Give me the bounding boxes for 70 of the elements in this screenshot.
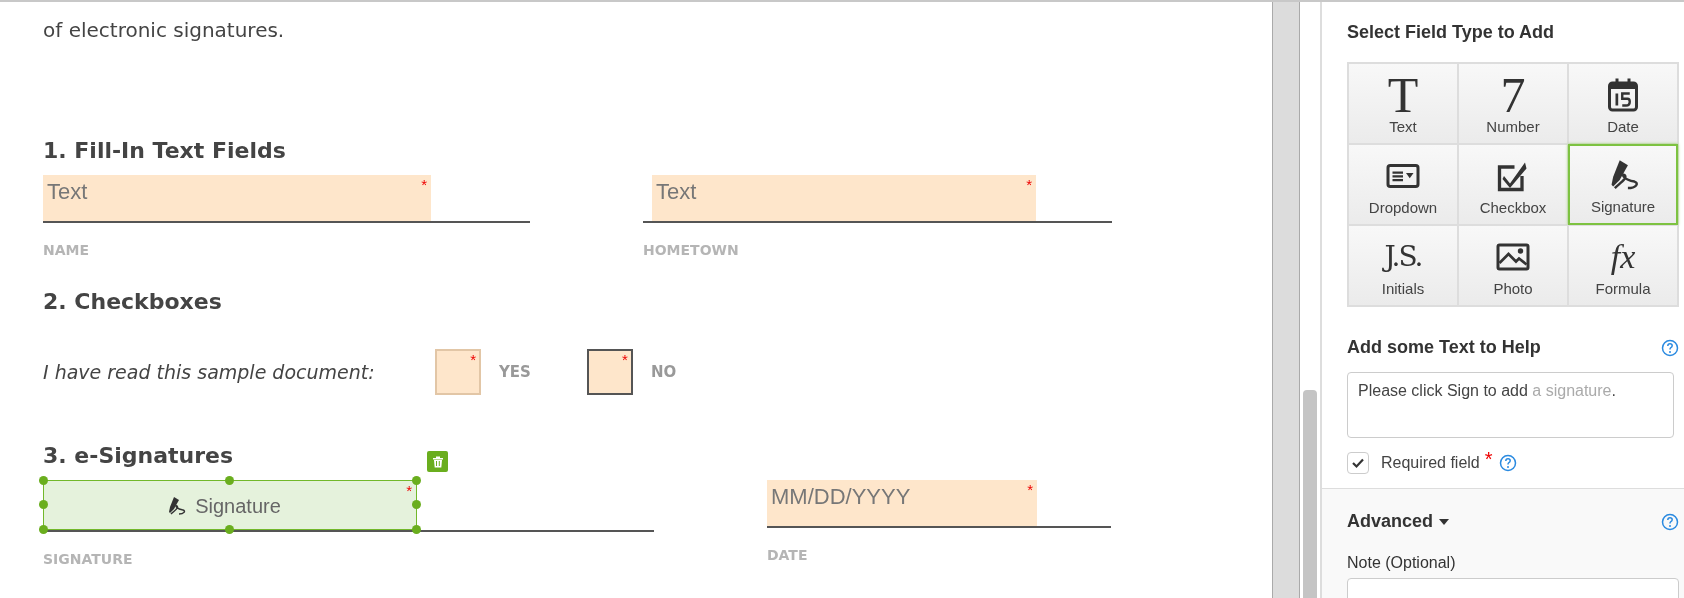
field-type-button[interactable]: T Text: [1348, 63, 1458, 144]
field-label: SIGNATURE: [43, 550, 134, 569]
field-type-button[interactable]: Signature: [1568, 144, 1678, 225]
resize-handle[interactable]: [39, 525, 48, 534]
field-type-label: Text: [1389, 118, 1417, 135]
help-icon: [1661, 338, 1679, 357]
checkbox-label: NO: [650, 363, 677, 381]
field-type-label: Initials: [1381, 280, 1425, 297]
scrollbar[interactable]: [1300, 2, 1322, 598]
section-heading: 2. Checkboxes: [43, 288, 222, 316]
paragraph: of electronic signatures.: [43, 17, 286, 44]
field-type-label: Formula: [1595, 280, 1651, 297]
resize-handle[interactable]: [225, 476, 234, 485]
resize-handle[interactable]: [225, 525, 234, 534]
glyph-icon: fx: [1610, 235, 1636, 279]
section-heading: 1. Fill-In Text Fields: [43, 137, 286, 165]
field-label: NAME: [43, 241, 91, 260]
checkbox-label: YES: [499, 363, 531, 381]
resize-handle[interactable]: [412, 500, 421, 509]
required-mark: *: [1027, 482, 1033, 497]
field-type-button[interactable]: 7 Number: [1458, 63, 1568, 144]
field-type-label: Date: [1607, 118, 1639, 135]
required-mark: *: [1484, 447, 1493, 471]
delete-button[interactable]: [427, 451, 448, 472]
field-type-button[interactable]: Date: [1568, 63, 1678, 144]
glyph-icon: J.S.: [1384, 235, 1422, 279]
required-mark: *: [421, 177, 427, 192]
field-type-label: Checkbox: [1479, 199, 1547, 216]
required-mark: *: [406, 483, 412, 498]
checkbox-label: Required field: [1381, 454, 1480, 472]
field-type-label: Number: [1486, 118, 1540, 135]
field-type-label: Dropdown: [1368, 199, 1438, 216]
question-text: I have read this sample document:: [43, 361, 376, 383]
help-icon: [1498, 454, 1517, 472]
field-type-button[interactable]: Dropdown: [1348, 144, 1458, 225]
splitter-bar[interactable]: [1272, 2, 1300, 598]
advanced-toggle[interactable]: Advanced: [1347, 511, 1450, 532]
resize-handle[interactable]: [39, 476, 48, 485]
field-type-button[interactable]: fx Formula: [1568, 225, 1678, 306]
section-heading: 3. e-Signatures: [43, 442, 234, 470]
help-text-field[interactable]: Please click Sign to add a signature.: [1347, 372, 1674, 438]
field-label: HOMETOWN: [643, 241, 740, 260]
text-field[interactable]: Text *: [43, 175, 431, 221]
panel-title: Select Field Type to Add: [1347, 22, 1556, 43]
section-heading: Add some Text to Help: [1347, 337, 1541, 358]
caret-icon: [1439, 518, 1450, 525]
field-type-label: Photo: [1493, 280, 1533, 297]
help-icon: [1661, 512, 1679, 531]
resize-handle[interactable]: [39, 500, 48, 509]
field-label: DATE: [767, 546, 809, 565]
resize-handle[interactable]: [412, 525, 421, 534]
required-mark: *: [622, 352, 628, 367]
checkbox[interactable]: [1347, 452, 1369, 474]
field-type-button[interactable]: Checkbox: [1458, 144, 1568, 225]
required-mark: *: [470, 352, 476, 367]
field-type-button[interactable]: Photo: [1458, 225, 1568, 306]
field-type-label: Signature: [1590, 198, 1656, 215]
checkbox[interactable]: *: [435, 349, 481, 395]
check-icon: [1351, 456, 1365, 470]
field-type-button[interactable]: J.S. Initials: [1348, 225, 1458, 306]
checkbox[interactable]: *: [586, 349, 633, 395]
resize-handle[interactable]: [412, 476, 421, 485]
field-label: Note (Optional): [1347, 554, 1457, 572]
text-field[interactable]: Text *: [652, 175, 1036, 221]
calendar-icon: [1605, 77, 1641, 113]
glyph-icon: T: [1387, 73, 1419, 117]
trash-icon: [431, 455, 444, 468]
glyph-icon: 7: [1500, 73, 1526, 117]
required-mark: *: [1026, 177, 1032, 192]
date-field[interactable]: MM/DD/YYYY *: [767, 480, 1037, 526]
